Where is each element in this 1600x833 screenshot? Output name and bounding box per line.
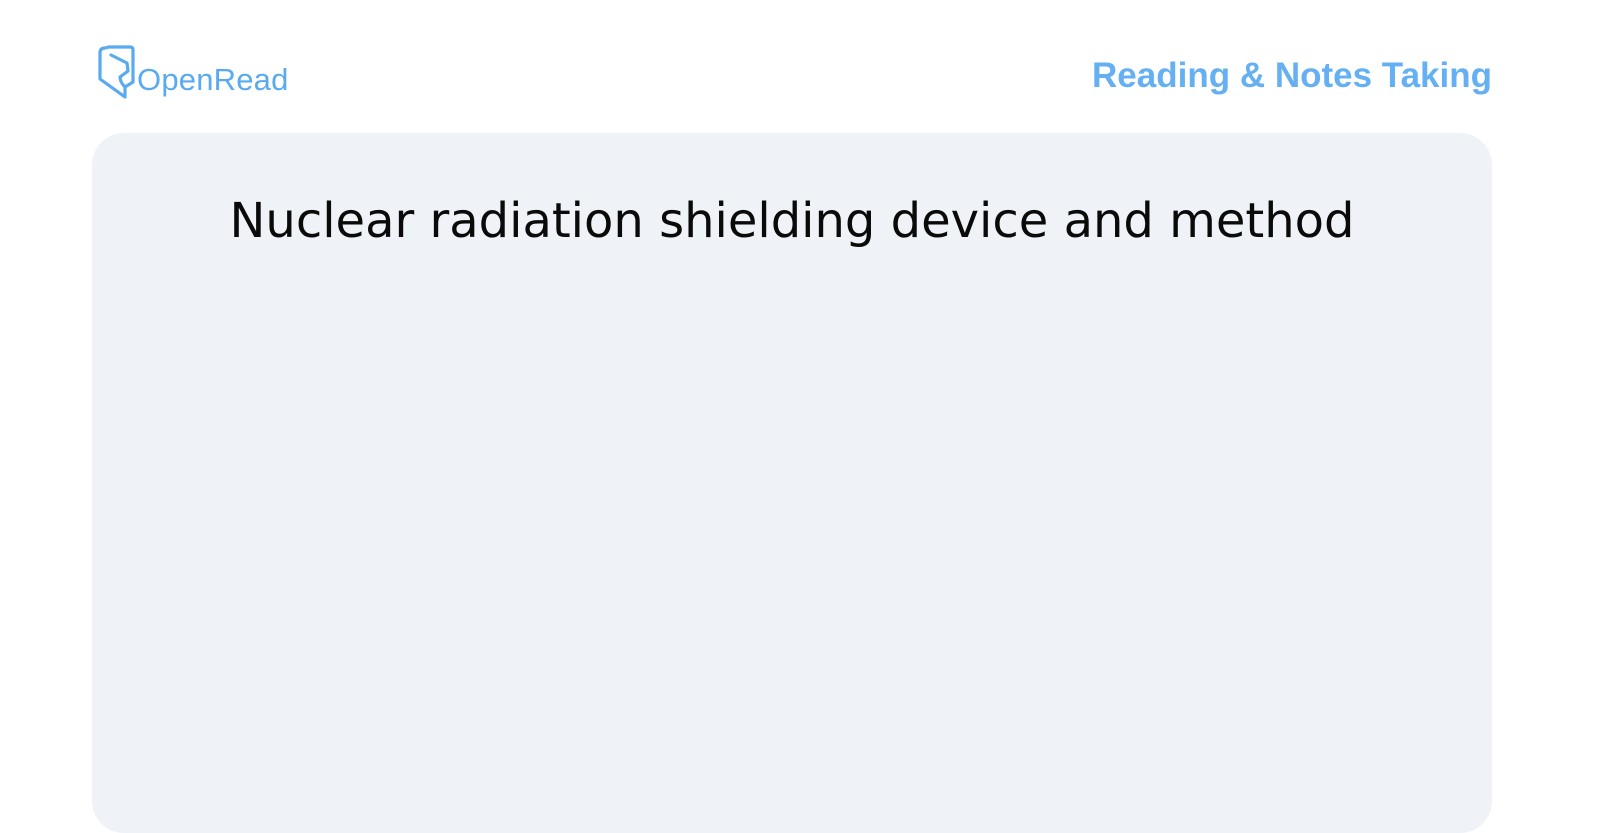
document-card: Nuclear radiation shielding device and m… <box>92 133 1492 833</box>
openread-logo-icon <box>98 45 135 99</box>
document-title: Nuclear radiation shielding device and m… <box>229 193 1355 249</box>
openread-logo[interactable]: OpenRead <box>97 43 289 99</box>
logo-text: OpenRead <box>137 62 289 97</box>
header-tagline: Reading & Notes Taking <box>1092 56 1492 95</box>
